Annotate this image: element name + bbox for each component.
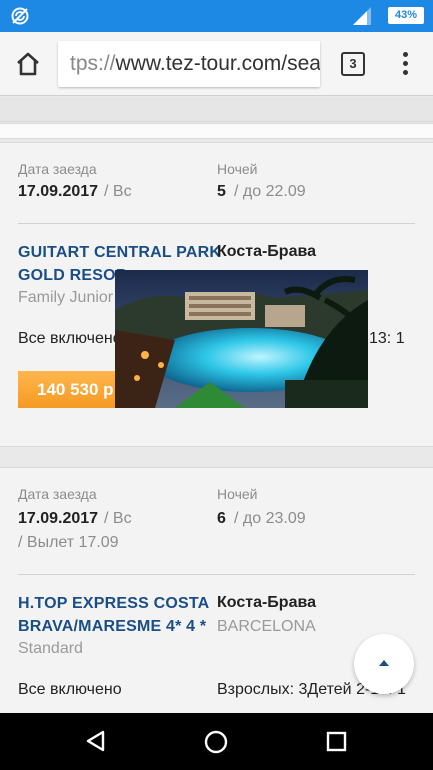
room-type: Family Junior	[18, 289, 114, 306]
url-host: www.tez-tour.com/sea	[115, 52, 320, 75]
checkin-date: 17.09.2017	[18, 183, 99, 200]
nights-label: Ночей	[217, 161, 258, 177]
system-nav-bar	[0, 713, 433, 770]
recents-icon[interactable]	[326, 731, 347, 752]
hotel-name-link[interactable]: H.TOP EXPRESS COSTA BRAVA/MARESME 4* 4 *	[18, 592, 209, 638]
nights-value: 6	[217, 510, 226, 527]
battery-indicator: 43%	[388, 7, 424, 24]
hotel-name-line2: BRAVA/MARESME 4* 4 *	[18, 618, 207, 635]
meal-plan: Все включено	[18, 681, 122, 698]
overflow-menu-icon[interactable]	[397, 50, 413, 78]
checkin-label: Дата заезда	[18, 486, 97, 502]
home-icon[interactable]	[14, 50, 42, 78]
checkin-day: / Вс	[104, 183, 132, 200]
signal-icon	[353, 7, 371, 25]
no-sync-icon	[11, 7, 29, 25]
hotel-name-line1: H.TOP EXPRESS COSTA	[18, 595, 210, 612]
scroll-top-button[interactable]	[354, 634, 414, 694]
divider	[18, 574, 415, 575]
checkin-date: 17.09.2017	[18, 510, 99, 527]
nights-label: Ночей	[217, 486, 258, 502]
back-icon[interactable]	[85, 730, 107, 752]
meal-plan: Все включено	[18, 330, 122, 347]
url-scheme: tps://	[70, 52, 116, 75]
price-button[interactable]: 140 530 р	[18, 371, 130, 408]
home-nav-icon[interactable]	[204, 730, 228, 754]
arrow-up-icon	[379, 660, 389, 666]
browser-toolbar: tps://www.tez-tour.com/sea 3	[0, 32, 433, 96]
checkin-day: / Вс	[104, 510, 132, 527]
tab-switcher-button[interactable]: 3	[341, 52, 365, 76]
until-date: / до 23.09	[234, 510, 306, 527]
hotel-name-line1: GUITART CENTRAL PARK	[18, 244, 222, 261]
room-type: Standard	[18, 640, 83, 657]
guests-info: 13: 1	[369, 330, 405, 347]
address-bar[interactable]: tps://www.tez-tour.com/sea	[58, 41, 320, 87]
page-content: Дата заезда 17.09.2017 / Вс Ночей 5 / до…	[0, 97, 433, 713]
checkin-label: Дата заезда	[18, 161, 97, 177]
page-divider	[0, 97, 433, 122]
divider	[18, 223, 415, 224]
nights-value: 5	[217, 183, 226, 200]
region: Коста-Брава	[217, 594, 316, 611]
status-bar: 43%	[0, 0, 433, 32]
departure-date: / Вылет 17.09	[18, 534, 119, 551]
region: Коста-Брава	[217, 243, 316, 260]
hotel-photo[interactable]	[115, 270, 368, 408]
until-date: / до 22.09	[234, 183, 306, 200]
city: BARCELONA	[217, 618, 316, 635]
previous-tour-card-edge	[0, 123, 433, 139]
